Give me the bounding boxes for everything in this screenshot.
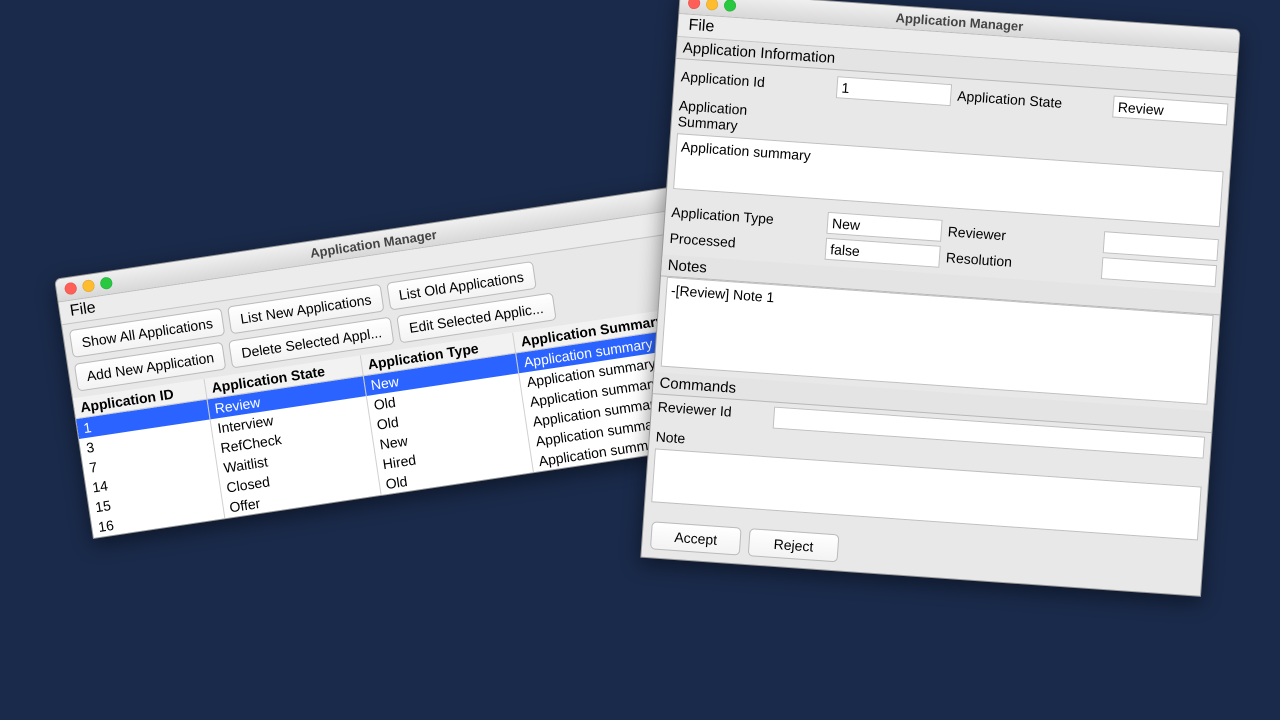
zoom-icon[interactable]	[724, 0, 737, 12]
minimize-icon[interactable]	[82, 279, 96, 293]
reviewer-field[interactable]	[1103, 231, 1219, 261]
accept-button[interactable]: Accept	[650, 521, 742, 555]
application-id-field[interactable]	[836, 76, 952, 106]
label-reviewer-id: Reviewer Id	[657, 398, 768, 422]
close-icon[interactable]	[64, 282, 78, 296]
reject-button[interactable]: Reject	[748, 528, 840, 562]
label-processed: Processed	[669, 230, 820, 256]
minimize-icon[interactable]	[706, 0, 719, 11]
application-state-field[interactable]	[1112, 96, 1228, 126]
application-list-window: Application Manager File Show All Applic…	[54, 184, 728, 539]
application-detail-window: Application Manager File Application Inf…	[640, 0, 1240, 597]
close-icon[interactable]	[688, 0, 701, 9]
processed-field[interactable]	[825, 238, 941, 268]
label-application-summary: Application Summary	[677, 97, 789, 137]
label-application-id: Application Id	[680, 68, 831, 94]
notes-text: -[Review] Note 1	[670, 282, 774, 305]
label-application-type: Application Type	[671, 204, 822, 230]
label-application-state: Application State	[957, 88, 1108, 114]
traffic-lights	[64, 276, 113, 295]
resolution-field[interactable]	[1101, 257, 1217, 287]
label-reviewer: Reviewer	[947, 223, 1098, 249]
label-resolution: Resolution	[945, 249, 1096, 275]
application-summary-value: Application summary	[681, 138, 812, 163]
traffic-lights	[688, 0, 737, 12]
label-note: Note	[655, 428, 766, 452]
menu-file[interactable]: File	[684, 15, 719, 36]
application-type-field[interactable]	[826, 212, 942, 242]
menu-file[interactable]: File	[65, 298, 101, 322]
zoom-icon[interactable]	[99, 276, 113, 290]
